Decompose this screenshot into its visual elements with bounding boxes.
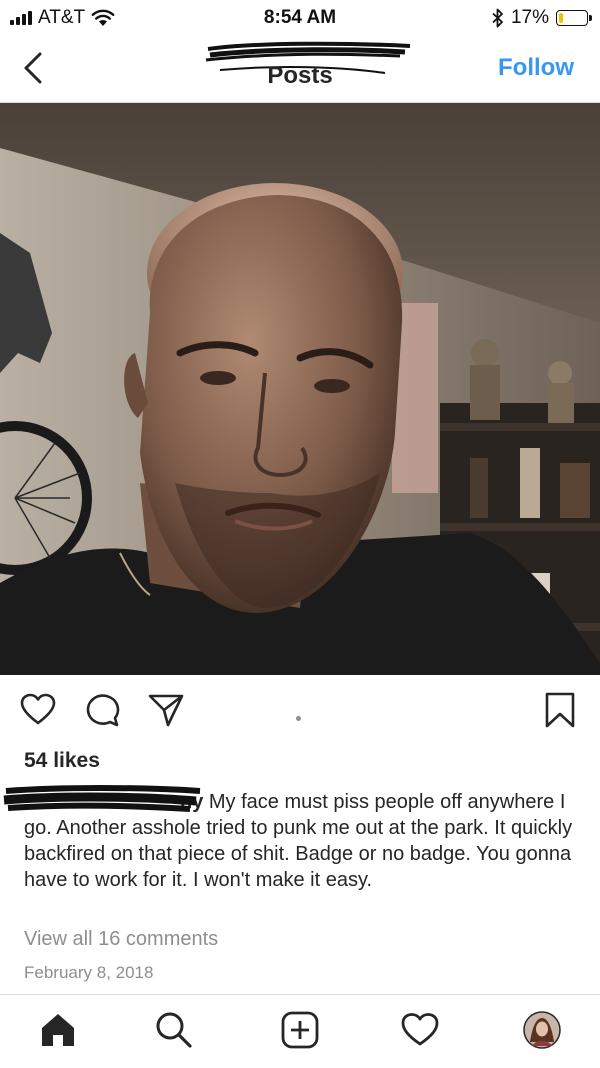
new-post-icon[interactable] <box>278 1008 322 1052</box>
carousel-dot <box>296 716 301 721</box>
username-redaction <box>3 785 201 812</box>
comment-icon[interactable] <box>82 690 122 730</box>
battery-icon <box>556 10 592 26</box>
post-date: February 8, 2018 <box>24 963 154 982</box>
heart-icon[interactable] <box>18 690 58 730</box>
post-image <box>0 103 600 675</box>
battery-percent: 17% <box>510 7 549 28</box>
tab-bar <box>0 994 600 1068</box>
share-icon[interactable] <box>146 690 186 730</box>
status-bar: AT&T 8:54 AM 17% <box>0 0 600 36</box>
bookmark-icon[interactable] <box>540 690 580 730</box>
action-row <box>0 690 600 734</box>
nav-bar: Posts Follow <box>0 36 600 103</box>
post-photo[interactable] <box>0 103 600 675</box>
bluetooth-icon <box>492 8 503 28</box>
likes-count[interactable]: 54 likes <box>24 749 100 773</box>
search-icon[interactable] <box>152 1008 196 1052</box>
home-icon[interactable] <box>36 1008 80 1052</box>
activity-icon[interactable] <box>398 1008 442 1052</box>
profile-avatar[interactable] <box>520 1008 564 1052</box>
follow-button[interactable]: Follow <box>498 54 574 82</box>
view-comments-link[interactable]: View all 16 comments <box>24 928 218 951</box>
status-right: 17% <box>492 7 592 29</box>
